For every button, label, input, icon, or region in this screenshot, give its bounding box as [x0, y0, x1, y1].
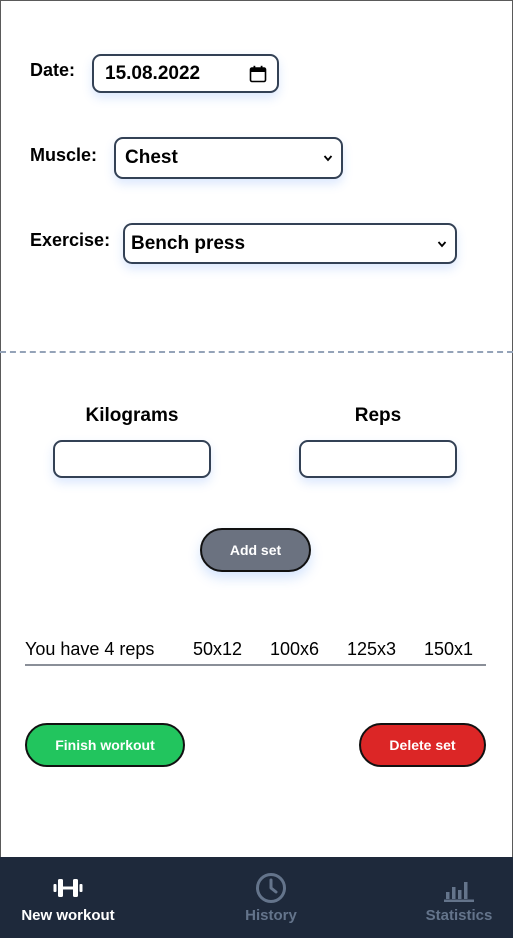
reps-count-text: You have 4 reps: [25, 639, 155, 659]
date-value: 15.08.2022: [105, 62, 201, 84]
set-item: 50x12: [193, 639, 243, 659]
delete-set-button[interactable]: Delete set: [359, 723, 486, 767]
muscle-value: Chest: [125, 147, 178, 168]
set-item: 125x3: [347, 639, 397, 659]
muscle-row: Muscle:: [30, 145, 97, 166]
bar-chart-icon: [443, 871, 475, 905]
nav-item-statistics[interactable]: Statistics: [391, 857, 513, 938]
finish-workout-button[interactable]: Finish workout: [25, 723, 185, 767]
exercise-row: Exercise:: [30, 230, 110, 251]
reps-label: Reps: [354, 405, 402, 426]
muscle-select[interactable]: Chest: [114, 137, 343, 179]
kilograms-label: Kilograms: [85, 405, 179, 426]
dumbbell-icon: [53, 871, 83, 905]
set-item: 150x1: [424, 639, 474, 659]
add-set-button[interactable]: Add set: [200, 528, 311, 572]
kilograms-input[interactable]: [53, 440, 211, 478]
clock-icon: [255, 871, 287, 905]
add-set-label: Add set: [229, 542, 282, 558]
nav-label: History: [245, 907, 297, 924]
muscle-label: Muscle:: [30, 145, 98, 165]
bottom-nav: New workout History Statistics: [0, 857, 513, 938]
section-divider: [0, 351, 513, 353]
exercise-value: Bench press: [131, 232, 246, 254]
finish-workout-label: Finish workout: [55, 737, 155, 753]
chevron-down-icon: [323, 155, 333, 162]
nav-label: Statistics: [425, 907, 493, 924]
exercise-label: Exercise:: [30, 230, 111, 250]
chevron-down-icon: [437, 240, 447, 247]
date-input[interactable]: 15.08.2022: [92, 54, 279, 93]
reps-input[interactable]: [299, 440, 457, 478]
exercise-select[interactable]: Bench press: [123, 223, 457, 264]
set-item: 100x6: [270, 639, 320, 659]
delete-set-label: Delete set: [389, 737, 456, 753]
date-row: Date:: [30, 60, 75, 81]
sets-summary: You have 4 reps 50x12 100x6 125x3 150x1: [25, 636, 486, 666]
calendar-icon[interactable]: [249, 65, 267, 83]
nav-label: New workout: [21, 907, 115, 924]
date-label: Date:: [30, 60, 76, 80]
nav-item-history[interactable]: History: [203, 857, 339, 938]
nav-item-new-workout[interactable]: New workout: [0, 857, 136, 938]
